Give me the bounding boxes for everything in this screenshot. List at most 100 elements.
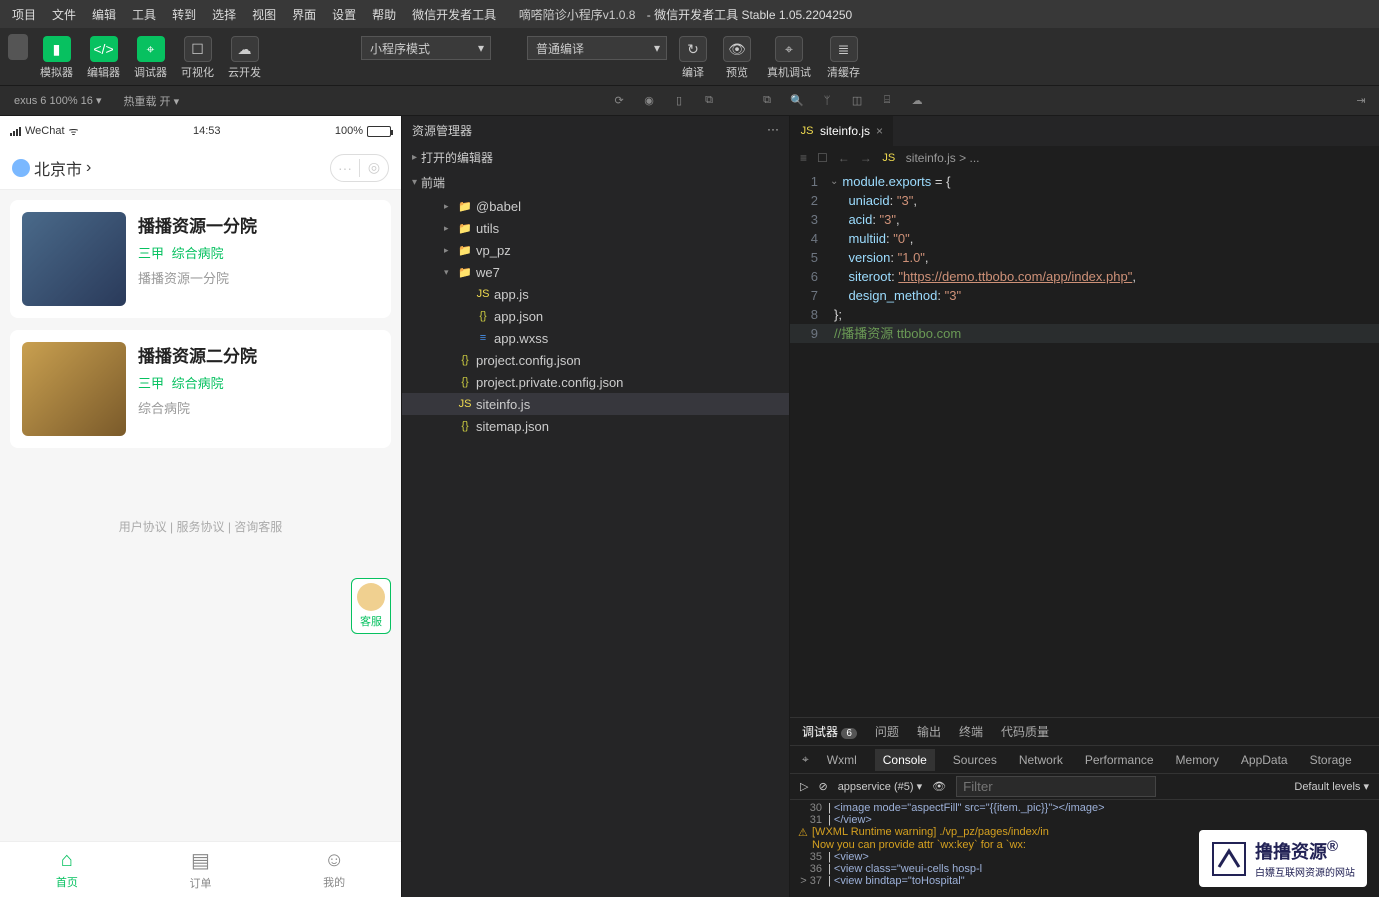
carrier-label: WeChat	[25, 125, 65, 137]
record-icon[interactable]: ◉	[639, 91, 659, 111]
devtab-wxml[interactable]: Wxml	[823, 753, 861, 767]
menu-view[interactable]: 视图	[244, 2, 284, 27]
section-open-editors[interactable]: 打开的编辑器	[402, 145, 789, 170]
tab-output[interactable]: 输出	[917, 723, 941, 740]
tree-folder--babel[interactable]: ▸📁@babel	[402, 195, 789, 217]
watermark: 撸撸资源® 白嫖互联网资源的网站	[1199, 830, 1367, 887]
menu-goto[interactable]: 转到	[164, 2, 204, 27]
menu-tools[interactable]: 工具	[124, 2, 164, 27]
console-output[interactable]: 30| <image mode="aspectFill" src="{{item…	[790, 800, 1379, 897]
devtab-appdata[interactable]: AppData	[1237, 753, 1292, 767]
context-select[interactable]: appservice (#5) ▾	[838, 780, 922, 793]
devtab-memory[interactable]: Memory	[1172, 753, 1223, 767]
avatar-icon[interactable]	[8, 34, 28, 60]
visual-button[interactable]: ☐可视化	[177, 34, 218, 82]
breadcrumb[interactable]: siteinfo.js > ...	[906, 151, 980, 165]
footer-links[interactable]: 用户协议 | 服务协议 | 咨询客服	[10, 518, 391, 535]
debugger-button[interactable]: ⌖调试器	[130, 34, 171, 82]
refresh-icon[interactable]: ⟳	[609, 91, 629, 111]
js-icon: JS	[476, 288, 490, 300]
ext-icon[interactable]: ◫	[847, 91, 867, 111]
panel-right-icon[interactable]: ⇥	[1351, 91, 1371, 111]
more-icon[interactable]: ···	[767, 122, 779, 139]
preview-button[interactable]: 👁预览	[719, 34, 755, 82]
tree-folder-we7[interactable]: ▾📁we7	[402, 261, 789, 283]
cloud-button[interactable]: ☁云开发	[224, 34, 265, 82]
battery-icon	[367, 126, 391, 137]
sim-subbar: exus 6 100% 16 ▾ 热重载 开 ▾ ⟳ ◉ ▯ ⧉ ⧉ 🔍 ᛘ ◫…	[0, 86, 1379, 116]
compile-button[interactable]: ↻编译	[675, 34, 711, 82]
devtab-performance[interactable]: Performance	[1081, 753, 1158, 767]
editor-button[interactable]: </>编辑器	[83, 34, 124, 82]
tree-json-sitemap-json[interactable]: {}sitemap.json	[402, 415, 789, 437]
tab-orders[interactable]: ▤订单	[134, 842, 268, 897]
miniprogram-capsule[interactable]: ···◎	[330, 154, 389, 182]
menu-wechat-devtools[interactable]: 微信开发者工具	[404, 2, 504, 27]
hospital-card[interactable]: 播播资源一分院 三甲 综合病院 播播资源一分院	[10, 200, 391, 318]
db-icon[interactable]: ⌸	[877, 91, 897, 111]
tab-quality[interactable]: 代码质量	[1001, 723, 1049, 740]
menu-edit[interactable]: 编辑	[84, 2, 124, 27]
tree-folder-utils[interactable]: ▸📁utils	[402, 217, 789, 239]
close-icon[interactable]: ◎	[360, 159, 388, 176]
compile-mode-select[interactable]: 普通编译	[527, 36, 667, 60]
branch-icon[interactable]: ᛘ	[817, 91, 837, 111]
location-picker[interactable]: 北京市 ›	[12, 156, 91, 180]
tab-terminal[interactable]: 终端	[959, 723, 983, 740]
forward-icon[interactable]: →	[860, 151, 872, 165]
kefu-button[interactable]: 客服	[351, 578, 391, 634]
js-icon: JS	[458, 398, 472, 410]
hot-reload-select[interactable]: 热重载 开 ▾	[117, 91, 185, 111]
menu-settings[interactable]: 设置	[324, 2, 364, 27]
files-icon[interactable]: ⧉	[757, 91, 777, 111]
real-debug-button[interactable]: ⌖真机调试	[763, 34, 815, 82]
logo-icon	[1211, 841, 1247, 877]
tree-json-project-private-config-json[interactable]: {}project.private.config.json	[402, 371, 789, 393]
play-icon[interactable]: ▷	[800, 780, 808, 793]
more-icon[interactable]: ···	[331, 160, 359, 176]
phone-icon[interactable]: ▯	[669, 91, 689, 111]
simulator-button[interactable]: ▮模拟器	[36, 34, 77, 82]
explorer-title: 资源管理器	[412, 122, 472, 139]
hospital-card[interactable]: 播播资源二分院 三甲 综合病院 综合病院	[10, 330, 391, 448]
menu-select[interactable]: 选择	[204, 2, 244, 27]
levels-select[interactable]: Default levels ▾	[1294, 780, 1369, 793]
mode-select[interactable]: 小程序模式	[361, 36, 491, 60]
editor-tab-siteinfo[interactable]: JSsiteinfo.js×	[790, 116, 894, 146]
tab-debugger[interactable]: 调试器 6	[802, 723, 857, 740]
close-icon[interactable]: ×	[876, 124, 883, 138]
sim-tabbar: ⌂首页 ▤订单 ☺我的	[0, 841, 401, 897]
menu-project[interactable]: 项目	[4, 2, 44, 27]
back-icon[interactable]: ←	[838, 151, 850, 165]
list-icon[interactable]: ≡	[800, 151, 807, 165]
bookmark-icon[interactable]: ☐	[817, 151, 828, 165]
device-select[interactable]: exus 6 100% 16 ▾	[8, 92, 107, 109]
section-project[interactable]: 前端	[402, 170, 789, 195]
search-icon[interactable]: 🔍	[787, 91, 807, 111]
menu-ui[interactable]: 界面	[284, 2, 324, 27]
tab-me[interactable]: ☺我的	[267, 842, 401, 897]
devtab-network[interactable]: Network	[1015, 753, 1067, 767]
menu-help[interactable]: 帮助	[364, 2, 404, 27]
tree-js-app-js[interactable]: JSapp.js	[402, 283, 789, 305]
tree-json-project-config-json[interactable]: {}project.config.json	[402, 349, 789, 371]
tree-js-siteinfo-js[interactable]: JSsiteinfo.js	[402, 393, 789, 415]
tree-folder-vp-pz[interactable]: ▸📁vp_pz	[402, 239, 789, 261]
tree-wxss-app-wxss[interactable]: ≡app.wxss	[402, 327, 789, 349]
tree-json-app-json[interactable]: {}app.json	[402, 305, 789, 327]
devtab-console[interactable]: Console	[875, 749, 935, 771]
sim-navbar: 北京市 › ···◎	[0, 146, 401, 190]
devtab-sources[interactable]: Sources	[949, 753, 1001, 767]
tab-home[interactable]: ⌂首页	[0, 842, 134, 897]
menu-file[interactable]: 文件	[44, 2, 84, 27]
clear-cache-button[interactable]: ≣清缓存	[823, 34, 864, 82]
copy-icon[interactable]: ⧉	[699, 91, 719, 111]
inspect-icon[interactable]: ⌖	[802, 752, 809, 767]
eye-icon[interactable]: 👁	[932, 780, 946, 793]
clear-icon[interactable]: ⊘	[818, 780, 827, 793]
tab-problems[interactable]: 问题	[875, 723, 899, 740]
console-panel: 调试器 6 问题 输出 终端 代码质量 ⌖ Wxml Console Sourc…	[790, 717, 1379, 897]
filter-input[interactable]	[956, 776, 1156, 797]
devtab-storage[interactable]: Storage	[1306, 753, 1356, 767]
cloud-icon[interactable]: ☁	[907, 91, 927, 111]
